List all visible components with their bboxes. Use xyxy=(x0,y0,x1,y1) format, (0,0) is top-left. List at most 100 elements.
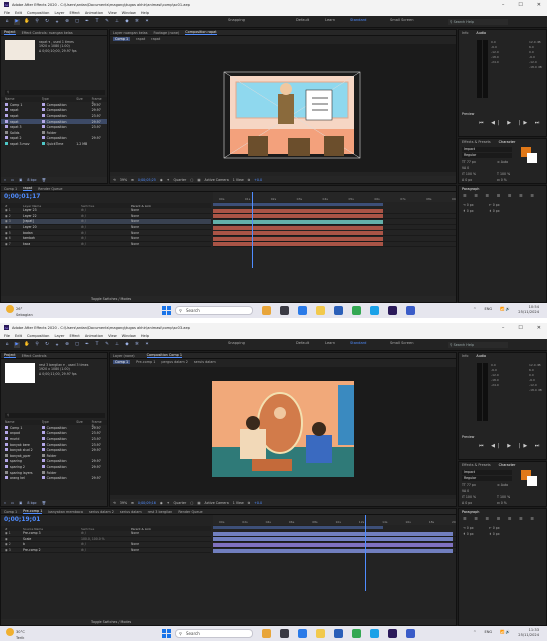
col-layer-name[interactable]: Source Name xyxy=(23,527,81,531)
pen-tool-icon[interactable]: ✒ xyxy=(84,342,90,348)
tab-character[interactable]: Character xyxy=(499,140,516,144)
tab-layer[interactable]: Layer ruangan kelas xyxy=(113,31,147,35)
search-help-input[interactable]: ⚲ Search Help xyxy=(448,342,508,348)
close-button[interactable]: ✕ xyxy=(537,325,541,331)
color-channel-icon[interactable]: ✦ xyxy=(167,501,170,505)
menu-view[interactable]: View xyxy=(108,11,117,15)
snapshot-icon[interactable]: ◉ xyxy=(160,501,163,505)
puppet-tool-icon[interactable]: ✶ xyxy=(144,342,150,348)
project-item[interactable]: orang kel Composition 29.97 xyxy=(1,475,107,481)
project-item[interactable]: anpad Composition 23.97 xyxy=(1,431,107,437)
new-folder-icon[interactable]: ▭ xyxy=(11,178,14,182)
parent-select[interactable]: None xyxy=(131,542,181,546)
space-before-value[interactable]: ⇞ 0 px xyxy=(463,532,474,536)
leading-value[interactable]: ≡ Auto xyxy=(497,160,508,164)
playhead-indicator[interactable] xyxy=(364,515,366,591)
layer-duration-bar[interactable] xyxy=(213,236,383,241)
indent-left-value[interactable]: ⇥ 0 px xyxy=(463,203,474,207)
timeline-tab[interactable]: serius dalam 2 xyxy=(89,510,114,514)
project-search-input[interactable]: ⚲ xyxy=(5,413,105,418)
space-after-value[interactable]: ⇟ 0 px xyxy=(489,532,500,536)
maximize-button[interactable]: ☐ xyxy=(518,325,522,331)
toggle-switches-modes[interactable]: Toggle Switches / Modes xyxy=(91,620,131,624)
vertical-scale-value[interactable]: IT 100 % xyxy=(462,172,476,176)
workspace-standard[interactable]: Standard xyxy=(350,341,366,345)
timeline-tab[interactable]: Pre-comp 1 xyxy=(23,509,43,514)
language-indicator[interactable]: ENG xyxy=(484,307,492,312)
workspace-learn[interactable]: Learn xyxy=(325,341,335,345)
selection-tool-icon[interactable]: ▶ xyxy=(14,18,20,25)
tray-chevron-icon[interactable]: ^ xyxy=(473,630,476,635)
project-item[interactable]: murid Composition 23.97 xyxy=(1,436,107,442)
layer-duration-bar[interactable] xyxy=(213,208,383,213)
new-comp-icon[interactable]: ▣ xyxy=(19,501,22,505)
layer-duration-bar[interactable] xyxy=(213,231,383,236)
rectangle-tool-icon[interactable]: ▢ xyxy=(74,342,80,348)
leading-value[interactable]: ≡ Auto xyxy=(497,483,508,487)
font-family-select[interactable]: Impact xyxy=(462,470,512,475)
chrome-icon[interactable] xyxy=(352,629,361,638)
font-size-value[interactable]: TT 77 px xyxy=(462,483,476,487)
edge-icon[interactable] xyxy=(370,306,379,315)
preview-controls[interactable]: ⏮ ◀| ▶ |▶ ⏭ xyxy=(479,120,542,126)
parent-select[interactable]: None xyxy=(131,231,181,235)
exposure-value[interactable]: +0.0 xyxy=(254,501,262,505)
eraser-tool-icon[interactable]: ◆ xyxy=(124,342,130,348)
file-explorer-icon[interactable] xyxy=(316,306,325,315)
parent-select[interactable]: None xyxy=(131,548,181,552)
project-search-input[interactable]: ⚲ xyxy=(5,90,105,95)
transparency-icon[interactable]: ▦ xyxy=(197,178,200,182)
parent-select[interactable]: None xyxy=(131,214,181,218)
menu-animation[interactable]: Animation xyxy=(85,334,103,338)
font-family-select[interactable]: Impact xyxy=(462,147,512,152)
windows-start-icon[interactable] xyxy=(162,629,171,638)
pen-tool-icon[interactable]: ✒ xyxy=(84,19,90,25)
always-preview-icon[interactable]: ⟲ xyxy=(113,178,116,182)
edge-icon[interactable] xyxy=(370,629,379,638)
project-item[interactable]: rapat Composition 23.97 xyxy=(1,113,107,119)
layer-duration-bar[interactable] xyxy=(213,537,453,542)
zoom-level[interactable]: 39% xyxy=(120,178,127,182)
puppet-tool-icon[interactable]: ✶ xyxy=(144,19,150,25)
menu-effect[interactable]: Effect xyxy=(69,11,79,15)
file-explorer-icon[interactable] xyxy=(316,629,325,638)
snapshot-icon[interactable]: ◉ xyxy=(160,178,163,182)
menu-help[interactable]: Help xyxy=(141,11,149,15)
workspace-small-screen[interactable]: Small Screen xyxy=(390,341,413,345)
breadcrumb-item[interactable]: seruis dalam xyxy=(194,360,216,364)
3d-renderer-icon[interactable]: ⧉ xyxy=(248,501,250,505)
menu-window[interactable]: Window xyxy=(122,334,136,338)
breadcrumb-item[interactable]: Comp 1 xyxy=(113,37,131,41)
font-size-value[interactable]: TT 77 px xyxy=(462,160,476,164)
menu-window[interactable]: Window xyxy=(122,11,136,15)
interpret-footage-icon[interactable]: ⌗ xyxy=(4,501,6,505)
menu-effect[interactable]: Effect xyxy=(69,334,79,338)
current-time[interactable]: 0;00;05;25 xyxy=(138,178,156,182)
menu-layer[interactable]: Layer xyxy=(54,11,64,15)
trash-icon[interactable]: 🗑 xyxy=(42,501,46,505)
viewer-canvas[interactable] xyxy=(110,367,456,495)
stroke-color-swatch[interactable] xyxy=(527,476,537,486)
interpret-footage-icon[interactable]: ⌗ xyxy=(4,178,6,182)
eraser-tool-icon[interactable]: ◆ xyxy=(124,19,130,25)
tab-effect-controls[interactable]: Effect Controls xyxy=(22,354,47,358)
space-before-value[interactable]: ⇞ 0 px xyxy=(463,209,474,213)
visibility-eye-icon[interactable]: ◉ xyxy=(5,537,8,541)
hand-tool-icon[interactable]: ✋ xyxy=(24,19,30,25)
region-icon[interactable]: ▢ xyxy=(190,178,193,182)
indent-left-value[interactable]: ⇥ 0 px xyxy=(463,526,474,530)
maximize-button[interactable]: ☐ xyxy=(518,2,522,8)
windows-start-icon[interactable] xyxy=(162,306,171,315)
bit-depth-toggle[interactable]: 8 bpc xyxy=(27,501,36,505)
kerning-value[interactable]: VA 0 xyxy=(462,166,469,170)
timeline-tab[interactable]: rapat xyxy=(23,186,33,191)
project-item[interactable]: rapat Composition 29.97 xyxy=(1,118,107,125)
weather-widget[interactable]: 30°C Terik xyxy=(6,628,25,641)
horizontal-scale-value[interactable]: T 100 % xyxy=(497,495,510,499)
menu-composition[interactable]: Composition xyxy=(27,11,49,15)
snapping-toggle[interactable]: Snapping xyxy=(228,18,245,22)
tab-effects-presets[interactable]: Effects & Presets xyxy=(462,140,491,144)
parent-select[interactable]: None xyxy=(131,208,181,212)
col-layer-name[interactable]: Layer Name xyxy=(23,204,81,208)
new-comp-icon[interactable]: ▣ xyxy=(19,178,22,182)
